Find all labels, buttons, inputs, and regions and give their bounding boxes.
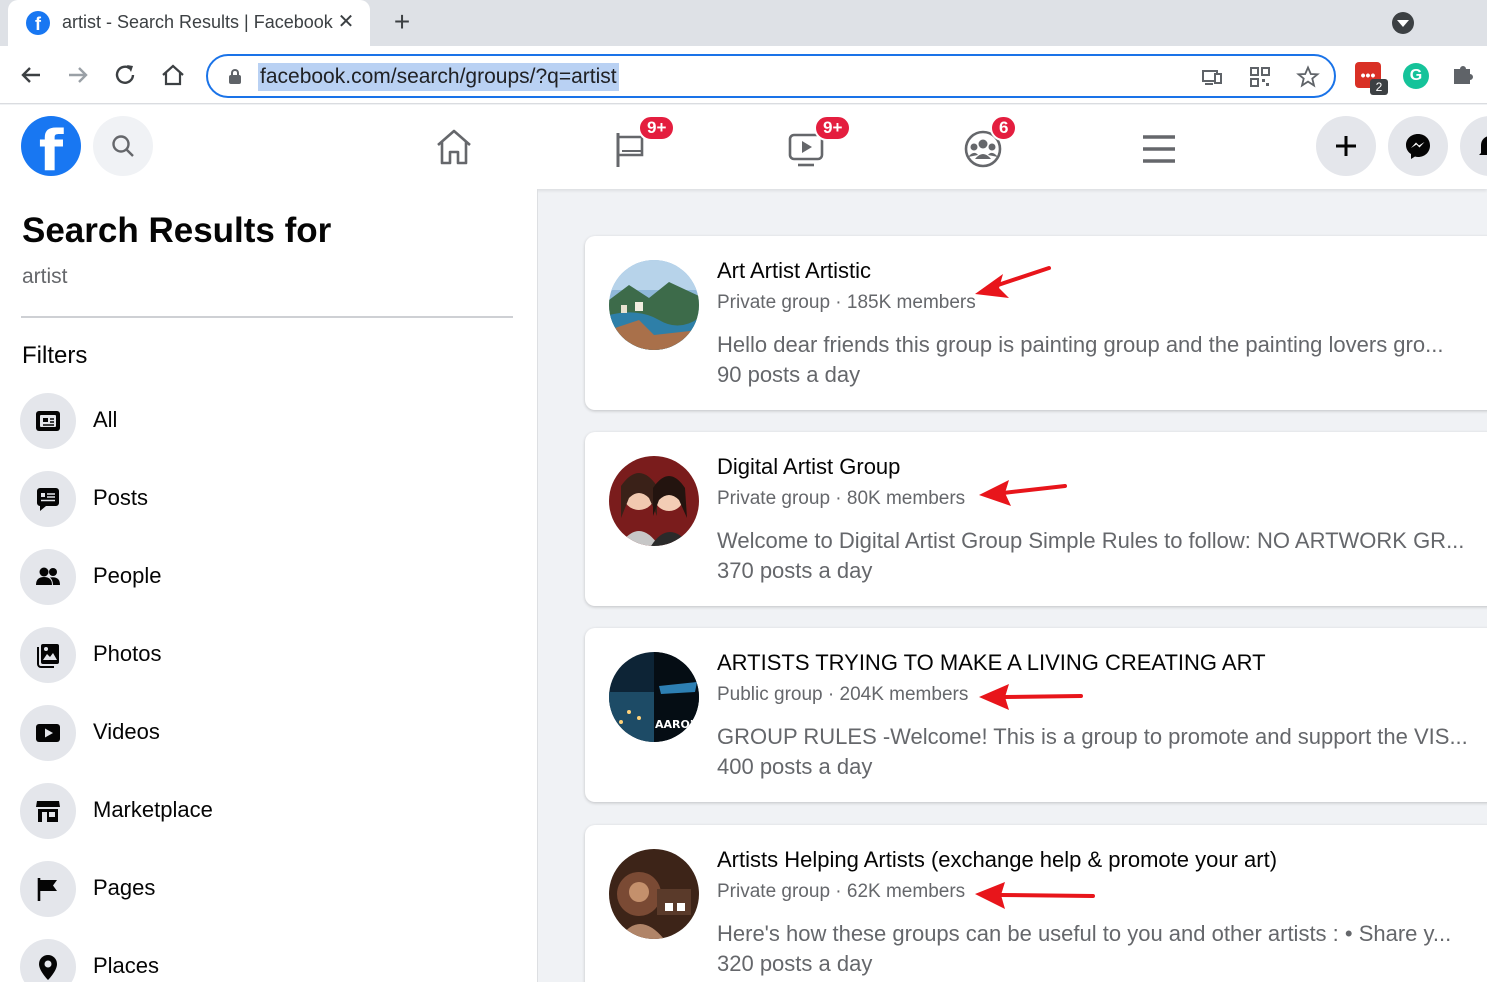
new-tab-button[interactable]: + xyxy=(388,8,416,36)
grammarly-icon[interactable]: G xyxy=(1403,63,1429,89)
filter-marketplace[interactable]: Marketplace xyxy=(20,781,520,839)
filter-pages[interactable]: Pages xyxy=(20,859,520,917)
create-button[interactable] xyxy=(1316,116,1376,176)
red-arrow-annotation-icon xyxy=(979,480,1067,506)
feed-icon xyxy=(20,393,76,449)
photos-icon xyxy=(20,627,76,683)
home-icon[interactable] xyxy=(158,60,188,90)
group-description: Hello dear friends this group is paintin… xyxy=(717,332,1444,357)
group-name-link[interactable]: Artists Helping Artists (exchange help &… xyxy=(717,847,1277,873)
nav-menu[interactable] xyxy=(1129,119,1189,175)
facebook-favicon-icon: f xyxy=(26,11,50,35)
address-bar[interactable]: facebook.com/search/groups/?q=artist xyxy=(206,54,1336,98)
group-name-link[interactable]: ARTISTS TRYING TO MAKE A LIVING CREATING… xyxy=(717,650,1266,676)
group-post-rate: 90 posts a day xyxy=(717,362,861,387)
group-name-link[interactable]: Art Artist Artistic xyxy=(717,258,871,284)
messenger-icon xyxy=(1406,134,1430,159)
red-arrow-annotation-icon xyxy=(975,266,1051,298)
filter-all[interactable]: All xyxy=(20,391,520,449)
search-query: artist xyxy=(22,265,68,288)
filter-label: Videos xyxy=(93,719,160,744)
filter-photos[interactable]: Photos xyxy=(20,625,520,683)
filter-places[interactable]: Places xyxy=(20,937,520,982)
group-post-rate: 400 posts a day xyxy=(717,754,873,779)
filter-label: Marketplace xyxy=(93,797,213,822)
lock-icon[interactable] xyxy=(228,69,242,84)
filter-label: Places xyxy=(93,953,160,978)
post-icon xyxy=(20,471,76,527)
qr-code-icon[interactable] xyxy=(1248,65,1272,89)
url-text[interactable]: facebook.com/search/groups/?q=artist xyxy=(258,63,619,91)
group-privacy-members: Private group · 185K members xyxy=(717,292,976,313)
cast-icon[interactable] xyxy=(1200,65,1224,89)
filter-posts[interactable]: Posts xyxy=(20,469,520,527)
reload-icon[interactable] xyxy=(110,60,140,90)
bookmark-star-icon[interactable] xyxy=(1296,65,1320,89)
svg-text:AARON: AARON xyxy=(655,718,699,731)
forward-arrow-icon[interactable] xyxy=(63,60,93,90)
filter-people[interactable]: People xyxy=(20,547,520,605)
red-arrow-annotation-icon xyxy=(979,684,1083,710)
red-arrow-annotation-icon xyxy=(975,882,1095,909)
notifications-button[interactable] xyxy=(1460,116,1487,176)
search-filters-panel: Search Results for artist Filters All Po… xyxy=(0,189,538,982)
filter-label: Posts xyxy=(93,485,149,510)
tab-close-icon[interactable]: ✕ xyxy=(332,8,360,36)
group-avatar[interactable] xyxy=(609,260,699,350)
flag-icon xyxy=(20,861,76,917)
group-avatar[interactable]: AARON xyxy=(609,652,699,742)
home-icon xyxy=(437,129,471,165)
extensions-puzzle-icon[interactable] xyxy=(1450,61,1476,92)
plus-icon xyxy=(1336,136,1356,156)
browser-tab[interactable]: f artist - Search Results | Facebook ✕ xyxy=(8,0,370,46)
tab-title: artist - Search Results | Facebook xyxy=(62,12,333,32)
back-arrow-icon[interactable] xyxy=(16,60,46,90)
page-title: Search Results for xyxy=(22,211,332,250)
filter-label: People xyxy=(93,563,162,588)
filter-label: All xyxy=(93,407,118,432)
group-post-rate: 320 posts a day xyxy=(717,951,873,976)
bell-icon xyxy=(1479,136,1487,155)
nav-home[interactable] xyxy=(424,119,484,175)
watch-notification-badge: 9+ xyxy=(814,115,852,141)
group-result-card[interactable]: AARON ARTISTS TRYING TO MAKE A LIVING CR… xyxy=(585,628,1487,802)
hamburger-menu-icon xyxy=(1143,135,1175,163)
marketplace-icon xyxy=(20,783,76,839)
group-privacy-members: Private group · 80K members xyxy=(717,488,966,509)
search-button[interactable] xyxy=(93,116,153,176)
browser-tab-bar: f artist - Search Results | Facebook ✕ + xyxy=(0,0,1487,46)
filter-label: Photos xyxy=(93,641,162,666)
filter-label: Pages xyxy=(93,875,156,900)
group-privacy-members: Public group · 204K members xyxy=(717,684,969,705)
group-result-card[interactable]: Art Artist Artistic Private group · 185K… xyxy=(585,236,1487,410)
tab-search-icon[interactable] xyxy=(1392,12,1414,34)
group-avatar[interactable] xyxy=(609,456,699,546)
group-privacy-members: Private group · 62K members xyxy=(717,881,966,902)
group-result-card[interactable]: Artists Helping Artists (exchange help &… xyxy=(585,825,1487,982)
divider xyxy=(21,316,513,318)
browser-toolbar: facebook.com/search/groups/?q=artist •••… xyxy=(0,46,1487,104)
group-result-card[interactable]: Digital Artist Group Private group · 80K… xyxy=(585,432,1487,606)
pages-notification-badge: 9+ xyxy=(638,115,676,141)
people-icon xyxy=(20,549,76,605)
groups-notification-badge: 6 xyxy=(990,115,1018,141)
group-description: Here's how these groups can be useful to… xyxy=(717,921,1452,946)
search-icon xyxy=(112,135,134,157)
messenger-button[interactable] xyxy=(1388,116,1448,176)
group-avatar[interactable] xyxy=(609,849,699,939)
group-post-rate: 370 posts a day xyxy=(717,558,873,583)
filters-heading: Filters xyxy=(22,342,88,369)
facebook-logo-icon[interactable]: f xyxy=(21,116,81,176)
location-pin-icon xyxy=(20,939,76,982)
group-description: GROUP RULES -Welcome! This is a group to… xyxy=(717,724,1468,749)
group-description: Welcome to Digital Artist Group Simple R… xyxy=(717,528,1465,553)
extension-badge: 2 xyxy=(1370,79,1388,95)
filter-videos[interactable]: Videos xyxy=(20,703,520,761)
facebook-header: f 9+ 9+ 6 xyxy=(0,105,1487,189)
group-name-link[interactable]: Digital Artist Group xyxy=(717,454,900,480)
video-icon xyxy=(20,705,76,761)
